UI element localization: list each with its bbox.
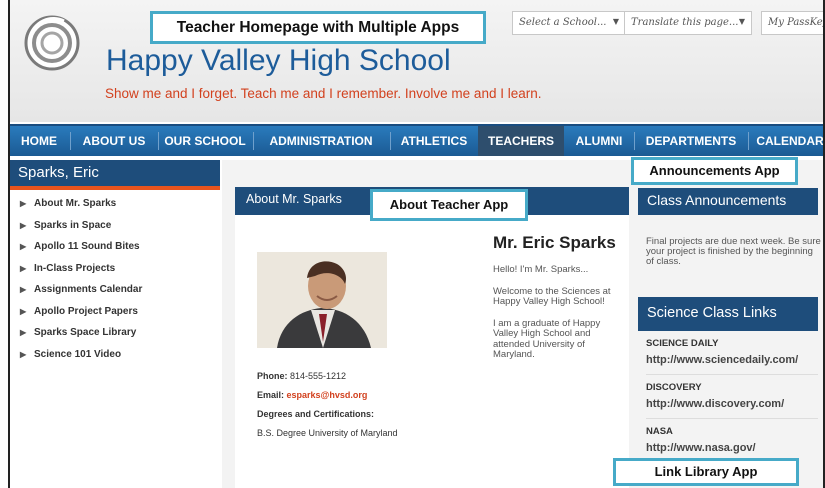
triangle-right-icon: ▶ xyxy=(20,306,27,316)
nav-item-about-us[interactable]: ABOUT US xyxy=(72,126,156,156)
page-frame: Happy Valley High School Show me and I f… xyxy=(8,0,825,488)
about-teacher-app: About Mr. Sparks Mr. Eric Sparks Hello! … xyxy=(235,187,629,488)
sidebar-item-label: Science 101 Video xyxy=(34,348,122,360)
nav-item-administration[interactable]: ADMINISTRATION xyxy=(255,126,387,156)
link-item[interactable]: DISCOVERY http://www.discovery.com/ xyxy=(646,380,818,419)
triangle-right-icon: ▶ xyxy=(20,263,27,273)
school-name[interactable]: Happy Valley High School xyxy=(106,44,451,78)
bio-paragraph: Hello! I'm Mr. Sparks... xyxy=(493,264,589,275)
sidebar-item-label: Apollo Project Papers xyxy=(34,305,138,317)
bio-paragraph: I am a graduate of Happy Valley High Sch… xyxy=(493,317,601,360)
nav-item-alumni[interactable]: ALUMNI xyxy=(566,126,632,156)
links-header: Science Class Links xyxy=(638,297,818,331)
phone-value: 814-555-1212 xyxy=(290,371,347,381)
contact-info: Phone: 814-555-1212 Email: esparks@hvsd.… xyxy=(257,367,398,443)
teacher-photo xyxy=(257,252,387,348)
nav-item-calendar[interactable]: CALENDAR xyxy=(750,126,823,156)
nav-divider xyxy=(158,132,159,150)
callout-link-library: Link Library App xyxy=(613,458,799,486)
teacher-sidebar: Sparks, Eric ▶ About Mr. Sparks ▶ Sparks i… xyxy=(10,160,220,488)
nav-item-athletics[interactable]: ATHLETICS xyxy=(392,126,476,156)
triangle-right-icon: ▶ xyxy=(20,349,27,359)
link-item[interactable]: SCIENCE DAILY http://www.sciencedaily.co… xyxy=(646,336,818,375)
right-column: Class Announcements Final projects are d… xyxy=(638,160,823,488)
nav-item-teachers[interactable]: TEACHERS xyxy=(478,126,564,156)
callout-announcements: Announcements App xyxy=(631,157,798,185)
link-url[interactable]: http://www.sciencedaily.com/ xyxy=(646,352,818,368)
triangle-right-icon: ▶ xyxy=(20,220,27,230)
sidebar-menu: ▶ About Mr. Sparks ▶ Sparks in Space ▶ Apol… xyxy=(10,198,220,370)
main-nav: HOME ABOUT US OUR SCHOOL ADMINISTRATION … xyxy=(10,124,823,156)
degree-value: B.S. Degree University of Maryland xyxy=(257,428,398,438)
nav-divider xyxy=(634,132,635,150)
nav-divider xyxy=(748,132,749,150)
link-title: SCIENCE DAILY xyxy=(646,338,719,349)
callout-about-teacher: About Teacher App xyxy=(370,189,528,221)
sidebar-item-about[interactable]: ▶ About Mr. Sparks xyxy=(10,198,220,220)
bio-paragraph: Welcome to the Sciences at Happy Valley … xyxy=(493,285,611,307)
translate-label: Translate this page... xyxy=(631,17,739,28)
sidebar-title: Sparks, Eric xyxy=(10,160,220,186)
link-url[interactable]: http://www.discovery.com/ xyxy=(646,396,818,412)
school-logo-icon[interactable] xyxy=(24,15,80,71)
nav-divider xyxy=(253,132,254,150)
nav-item-departments[interactable]: DEPARTMENTS xyxy=(636,126,746,156)
degrees-label: Degrees and Certifications: xyxy=(257,409,375,419)
sidebar-item-sound-bites[interactable]: ▶ Apollo 11 Sound Bites xyxy=(10,241,220,263)
sidebar-item-label: About Mr. Sparks xyxy=(34,198,117,209)
triangle-right-icon: ▶ xyxy=(20,285,27,294)
nav-divider xyxy=(70,132,71,150)
sidebar-item-science-video[interactable]: ▶ Science 101 Video xyxy=(10,349,220,371)
sidebar-item-label: Assignments Calendar xyxy=(34,284,143,295)
sidebar-accent-strip xyxy=(10,186,220,190)
nav-item-home[interactable]: HOME xyxy=(10,126,68,156)
sidebar-item-project-papers[interactable]: ▶ Apollo Project Papers xyxy=(10,306,220,328)
announcement-text: Final projects are due next week. Be sur… xyxy=(646,236,821,267)
teacher-bio: Hello! I'm Mr. Sparks... Welcome to the … xyxy=(493,264,617,372)
school-tagline: Show me and I forget. Teach me and I rem… xyxy=(105,86,542,101)
sidebar-item-label: Sparks Space Library xyxy=(34,327,137,338)
sidebar-item-assignments-calendar[interactable]: ▶ Assignments Calendar xyxy=(10,284,220,306)
select-school-dropdown[interactable]: Select a School... ▼ xyxy=(512,11,626,35)
sidebar-item-label: In-Class Projects xyxy=(34,262,116,274)
sidebar-item-space-library[interactable]: ▶ Sparks Space Library xyxy=(10,327,220,349)
nav-item-our-school[interactable]: OUR SCHOOL xyxy=(160,126,250,156)
sidebar-item-sparks-in-space[interactable]: ▶ Sparks in Space xyxy=(10,220,220,242)
chevron-down-icon: ▼ xyxy=(738,17,745,26)
translate-dropdown[interactable]: Translate this page... ▼ xyxy=(624,11,752,35)
phone-row: Phone: 814-555-1212 xyxy=(257,367,398,386)
phone-label: Phone: xyxy=(257,371,288,381)
sidebar-item-in-class-projects[interactable]: ▶ In-Class Projects xyxy=(10,263,220,285)
triangle-right-icon: ▶ xyxy=(20,199,27,208)
link-item[interactable]: NASA http://www.nasa.gov/ xyxy=(646,424,818,462)
passkeys-button[interactable]: My PassKeys xyxy=(761,11,823,35)
email-label: Email: xyxy=(257,390,285,400)
announcements-header: Class Announcements xyxy=(638,188,818,215)
teacher-name: Mr. Eric Sparks xyxy=(493,233,616,252)
email-link[interactable]: esparks@hvsd.org xyxy=(287,390,368,400)
triangle-right-icon: ▶ xyxy=(20,242,27,251)
passkeys-label: My PassKeys xyxy=(768,17,823,28)
link-url[interactable]: http://www.nasa.gov/ xyxy=(646,440,818,456)
nav-divider xyxy=(390,132,391,150)
sidebar-item-label: Sparks in Space xyxy=(34,219,112,231)
chevron-down-icon: ▼ xyxy=(612,17,619,26)
select-school-label: Select a School... xyxy=(519,17,607,28)
sidebar-item-label: Apollo 11 Sound Bites xyxy=(34,241,140,252)
callout-teacher-homepage: Teacher Homepage with Multiple Apps xyxy=(150,11,486,44)
link-title: DISCOVERY xyxy=(646,382,702,393)
email-row: Email: esparks@hvsd.org xyxy=(257,386,398,405)
link-title: NASA xyxy=(646,426,673,437)
triangle-right-icon: ▶ xyxy=(20,328,27,337)
